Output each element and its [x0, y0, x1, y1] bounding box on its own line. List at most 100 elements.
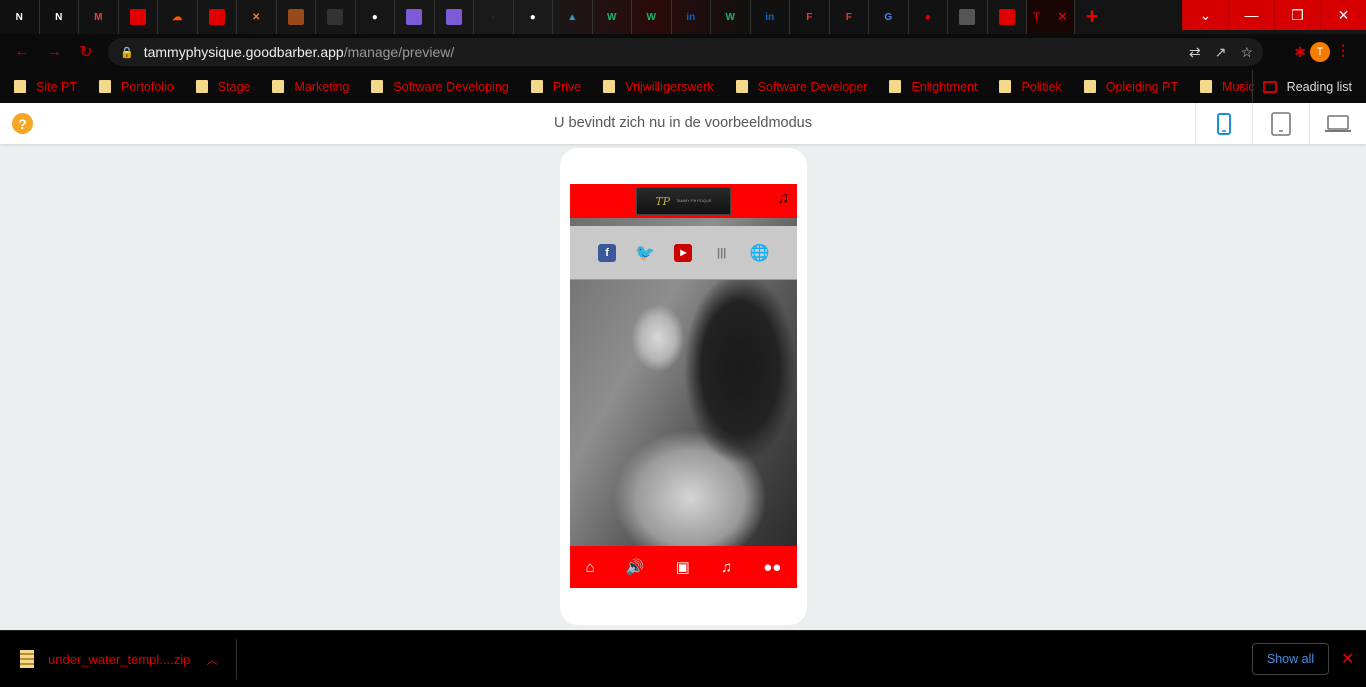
youtube-icon[interactable]: ▶ [674, 243, 693, 262]
music-icon[interactable]: ♫ [721, 559, 732, 576]
speaker-icon[interactable]: 🔊 [626, 558, 645, 576]
bookmark-folder[interactable]: Software Developer [735, 80, 867, 94]
phone-icon[interactable] [1195, 103, 1252, 144]
browser-tab[interactable]: in [751, 0, 790, 34]
tablet-icon[interactable] [1252, 103, 1309, 144]
bookmarks-overflow-icon[interactable]: » [1236, 78, 1243, 93]
browser-tab[interactable]: ● [909, 0, 948, 34]
browser-tab[interactable]: W [632, 0, 672, 34]
bookmark-folder[interactable]: Site PT [14, 80, 77, 94]
browser-tab[interactable]: ● [514, 0, 553, 34]
red-app-icon [208, 9, 225, 25]
browser-tab[interactable]: N [0, 0, 40, 34]
browser-tab[interactable]: W [593, 0, 632, 34]
download-bar: under_water_templ....zip ︿ Show all ✕ [0, 630, 1366, 687]
bookmark-folder[interactable]: Software Developing [371, 80, 509, 94]
browser-tab-active[interactable]: T ✕ [1027, 0, 1075, 34]
browser-tab[interactable]: ☁ [158, 0, 198, 34]
extensions-icon[interactable]: ✱ [1294, 44, 1306, 61]
browser-tab[interactable]: W [711, 0, 751, 34]
bookmark-folder[interactable]: Marketing [272, 80, 349, 94]
bookmark-folder[interactable]: Opleiding PT [1083, 80, 1178, 94]
back-button[interactable]: ← [6, 43, 38, 61]
grey-app-icon [959, 9, 976, 25]
browser-tab[interactable] [948, 0, 988, 34]
window-controls: ⌄ — ❐ ✕ [1182, 0, 1366, 30]
browser-tab[interactable]: F [790, 0, 830, 34]
app-logo[interactable]: TP TAMMY PHYSIQUE [636, 187, 731, 215]
lock-icon: 🔒 [120, 46, 134, 59]
home-icon[interactable]: ⌂ [586, 559, 595, 576]
browser-tab[interactable]: ● [474, 0, 514, 34]
browser-tab[interactable]: in [672, 0, 711, 34]
forward-button[interactable]: → [38, 43, 70, 61]
browser-tab[interactable] [277, 0, 316, 34]
folder-icon [530, 80, 543, 93]
soundcloud-icon: ☁ [172, 11, 183, 23]
twitter-icon[interactable]: 🐦 [635, 244, 655, 262]
browser-tab[interactable]: ● [356, 0, 395, 34]
bookmark-folder[interactable]: Portofolio [99, 80, 174, 94]
url-host: tammyphysique.goodbarber.app [143, 44, 344, 60]
translate-icon[interactable]: ⇄ [1189, 44, 1201, 61]
restore-button[interactable]: ❐ [1274, 0, 1320, 30]
omnibox[interactable]: 🔒 tammyphysique.goodbarber.app/manage/pr… [108, 38, 1263, 66]
folder-icon [272, 80, 285, 93]
flickr-icon[interactable]: ●● [763, 559, 781, 576]
browser-tab[interactable] [988, 0, 1027, 34]
bookmarks-bar: Site PT Portofolio Stage Marketing Software … [0, 70, 1366, 103]
tab-strip: N N M ☁ ✕ ● ● ● ▲ W Win Win F F G ● T ✕ + [0, 0, 1366, 34]
brown-app-icon [287, 9, 304, 25]
browser-tab[interactable]: G [869, 0, 909, 34]
app-header: TP TAMMY PHYSIQUE ♫ [570, 184, 797, 218]
tab-search-icon[interactable]: ⌄ [1182, 0, 1228, 30]
video-icon[interactable]: ▣ [676, 558, 690, 576]
browser-tab[interactable]: M [79, 0, 119, 34]
github-icon: ● [529, 11, 536, 23]
browser-tab[interactable]: ▲ [553, 0, 593, 34]
browser-tab[interactable] [316, 0, 356, 34]
laptop-icon[interactable] [1309, 103, 1366, 144]
blue-bird-icon: ▲ [567, 11, 578, 23]
social-bar: f 🐦 ▶ ||| 🌐 [570, 226, 797, 280]
bookmark-folder[interactable]: Politiek [999, 80, 1062, 94]
bookmark-folder[interactable]: Prive [530, 80, 581, 94]
menu-icon[interactable]: ⋮ [1336, 42, 1350, 59]
f-icon: F [806, 11, 813, 23]
download-item[interactable]: under_water_templ....zip ︿ [20, 650, 218, 668]
chevron-up-icon[interactable]: ︿ [206, 651, 218, 668]
browser-tab[interactable] [395, 0, 435, 34]
f-icon: F [845, 11, 852, 23]
reading-list-button[interactable]: Reading list [1251, 70, 1352, 103]
globe-icon[interactable]: 🌐 [750, 244, 770, 262]
browser-tab[interactable] [435, 0, 474, 34]
bookmark-folder[interactable]: Vrijwilligerswerk [603, 80, 714, 94]
close-tab-icon[interactable]: ✕ [1057, 9, 1068, 25]
bookmark-folder[interactable]: Enlightment [889, 80, 977, 94]
close-window-button[interactable]: ✕ [1320, 0, 1366, 30]
dark-circle-icon: ● [490, 11, 497, 23]
w-icon: W [646, 11, 656, 23]
show-all-button[interactable]: Show all [1252, 643, 1329, 675]
share-icon[interactable]: ↗ [1215, 44, 1227, 61]
nch-icon: N [15, 11, 23, 23]
close-icon[interactable]: ✕ [1341, 649, 1354, 669]
purple-app-icon [445, 9, 462, 25]
bookmark-folder[interactable]: Stage [195, 80, 250, 94]
linkedin-icon: in [765, 11, 775, 23]
new-tab-button[interactable]: + [1075, 0, 1109, 34]
browser-tab[interactable] [119, 0, 158, 34]
minimize-button[interactable]: — [1228, 0, 1274, 30]
facebook-icon[interactable]: f [598, 243, 617, 262]
star-icon[interactable]: ☆ [1240, 44, 1253, 61]
browser-tab[interactable]: N [40, 0, 79, 34]
browser-tab[interactable] [198, 0, 237, 34]
preview-header: ? U bevindt zich nu in de voorbeeldmodus [0, 103, 1366, 144]
browser-tab[interactable]: ✕ [237, 0, 277, 34]
music-icon[interactable]: ♫ [777, 190, 789, 208]
profile-avatar[interactable]: T [1310, 42, 1330, 62]
browser-tab[interactable]: F [830, 0, 869, 34]
bookmark-folder[interactable]: Music [1200, 80, 1255, 94]
soundwave-icon[interactable]: ||| [713, 244, 731, 262]
reload-button[interactable]: ↻ [70, 42, 102, 62]
